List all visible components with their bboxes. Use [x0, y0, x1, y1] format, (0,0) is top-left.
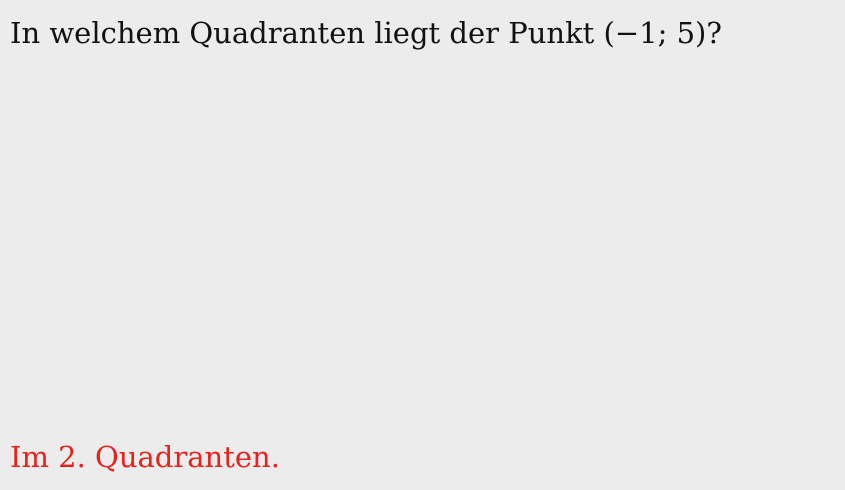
answer-text: Im 2. Quadranten. — [10, 440, 280, 474]
question-text: In welchem Quadranten liegt der Punkt (−… — [10, 16, 722, 50]
